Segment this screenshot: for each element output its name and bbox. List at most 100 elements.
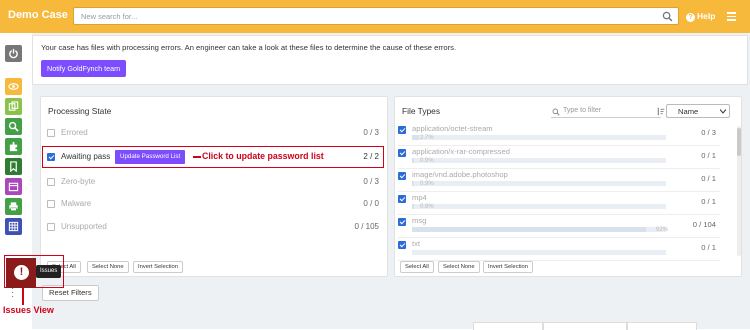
file-type-bar-fill — [412, 135, 419, 140]
file-type-count: 0 / 1 — [701, 197, 716, 206]
file-types-title: File Types — [402, 106, 441, 116]
puzzle-icon[interactable] — [5, 138, 22, 155]
file-type-percent: 0.9% — [420, 158, 434, 164]
state-row-zero-byte[interactable]: Zero-byte 0 / 3 — [47, 176, 379, 190]
calendar-icon[interactable] — [5, 178, 22, 195]
checkbox[interactable] — [47, 200, 55, 208]
file-type-bar-fill — [412, 158, 415, 163]
state-row-errored[interactable]: Errored 0 / 3 — [47, 127, 379, 141]
search-input[interactable]: New search for... — [73, 7, 679, 25]
file-type-label: mp4 — [412, 193, 427, 202]
file-type-row[interactable]: application/x-rar-compressed 0.9% 0 / 1 — [398, 147, 720, 169]
filter-placeholder: Type to filter — [563, 107, 602, 114]
file-type-label: image/vnd.adobe.photoshop — [412, 170, 508, 179]
copy-icon[interactable] — [5, 98, 22, 115]
file-type-row[interactable]: application/octet-stream 2.7% 0 / 3 — [398, 124, 720, 146]
grid-icon[interactable] — [5, 218, 22, 235]
file-type-row[interactable]: msg 92% 0 / 104 — [398, 216, 720, 238]
file-type-label: msg — [412, 216, 427, 225]
power-icon[interactable] — [5, 45, 22, 62]
file-type-bar — [412, 227, 666, 232]
issues-connector — [22, 288, 24, 305]
chevron-down-icon — [720, 109, 726, 114]
issues-view-button[interactable]: ! — [6, 258, 36, 288]
processing-state-title: Processing State — [48, 106, 112, 116]
file-type-bar-fill — [412, 204, 415, 209]
file-type-row[interactable]: image/vnd.adobe.photoshop 0.9% 0 / 1 — [398, 170, 720, 192]
state-label: Unsupported — [61, 222, 107, 231]
scrollbar-thumb[interactable] — [737, 128, 741, 156]
checkbox[interactable] — [47, 223, 55, 231]
banner-message: Your case has files with processing erro… — [41, 43, 457, 52]
state-row-unsupported[interactable]: Unsupported 0 / 105 — [47, 221, 379, 235]
checkbox[interactable] — [47, 129, 55, 137]
file-type-bar — [412, 250, 666, 255]
file-type-count: 0 / 1 — [701, 243, 716, 252]
update-password-annotation: Click to update password list — [202, 151, 324, 161]
file-type-count: 0 / 1 — [701, 174, 716, 183]
issues-view-annotation: Issues View — [3, 305, 54, 315]
help-button[interactable]: ? Help — [686, 11, 715, 22]
print-icon[interactable] — [5, 198, 22, 215]
file-type-percent: 2.7% — [420, 135, 434, 141]
file-type-filter-input[interactable]: Type to filter — [551, 106, 661, 118]
eye-icon[interactable] — [5, 78, 22, 95]
file-type-row[interactable]: txt 0 / 1 — [398, 239, 720, 261]
sort-value: Name — [678, 107, 699, 116]
state-count: 0 / 3 — [363, 177, 379, 186]
state-label: Errored — [61, 128, 88, 137]
file-types-scrollbar[interactable] — [737, 126, 741, 256]
file-type-count: 0 / 104 — [692, 220, 716, 229]
app-title[interactable]: Demo Case — [8, 9, 68, 21]
more-options-icon[interactable]: · · · — [11, 284, 14, 302]
select-none-button[interactable]: Select None — [438, 261, 480, 273]
search-icon[interactable] — [662, 11, 673, 22]
invert-selection-button[interactable]: Invert Selection — [483, 261, 533, 273]
update-password-list-button[interactable]: Update Password List — [115, 150, 186, 164]
file-type-count: 0 / 3 — [701, 128, 716, 137]
file-type-label: txt — [412, 239, 421, 248]
file-type-label: application/octet-stream — [412, 124, 493, 133]
file-type-bar-fill — [412, 181, 415, 186]
file-type-count: 0 / 1 — [701, 151, 716, 160]
checkbox[interactable] — [398, 149, 406, 157]
invert-selection-button[interactable]: Invert Selection — [133, 261, 183, 273]
checkbox[interactable] — [398, 126, 406, 134]
file-type-percent: 0.9% — [420, 181, 434, 187]
file-type-row[interactable]: mp4 0.9% 0 / 1 — [398, 193, 720, 215]
processing-state-panel: Processing State Errored 0 / 3 Awaiting … — [40, 96, 388, 277]
select-all-button[interactable]: Select All — [400, 261, 434, 273]
search-icon — [552, 108, 560, 116]
file-type-percent: 92% — [656, 227, 669, 233]
state-label: Malware — [61, 199, 92, 208]
file-type-bar — [412, 158, 666, 163]
notify-team-button[interactable]: Notify GoldFynch team — [41, 60, 127, 77]
checkbox[interactable] — [398, 195, 406, 203]
help-icon: ? — [686, 13, 695, 22]
checkbox[interactable] — [398, 172, 406, 180]
help-label: Help — [697, 11, 716, 21]
file-type-bar-fill — [412, 227, 646, 232]
bookmark-icon[interactable] — [5, 158, 22, 175]
state-label: Zero-byte — [61, 177, 96, 186]
checkbox[interactable] — [398, 218, 406, 226]
file-type-bar — [412, 135, 666, 140]
file-type-percent: 0.9% — [420, 204, 434, 210]
select-none-button[interactable]: Select None — [87, 261, 129, 273]
state-count: 0 / 0 — [363, 199, 379, 208]
issues-tooltip: Issues — [36, 265, 62, 278]
checkbox[interactable] — [47, 178, 55, 186]
processing-errors-banner: Your case has files with processing erro… — [32, 35, 748, 85]
file-type-label: application/x-rar-compressed — [412, 147, 510, 156]
state-count: 0 / 105 — [354, 222, 379, 231]
search-placeholder: New search for... — [81, 12, 138, 21]
hamburger-menu-icon[interactable] — [727, 12, 736, 21]
search-rail-icon[interactable] — [5, 118, 22, 135]
sort-select[interactable]: Name — [657, 104, 730, 118]
checkbox[interactable] — [398, 241, 406, 249]
sort-icon[interactable] — [656, 107, 665, 116]
state-row-malware[interactable]: Malware 0 / 0 — [47, 198, 379, 212]
file-type-bar — [412, 204, 666, 209]
file-type-bar — [412, 181, 666, 186]
state-count: 0 / 3 — [363, 128, 379, 137]
